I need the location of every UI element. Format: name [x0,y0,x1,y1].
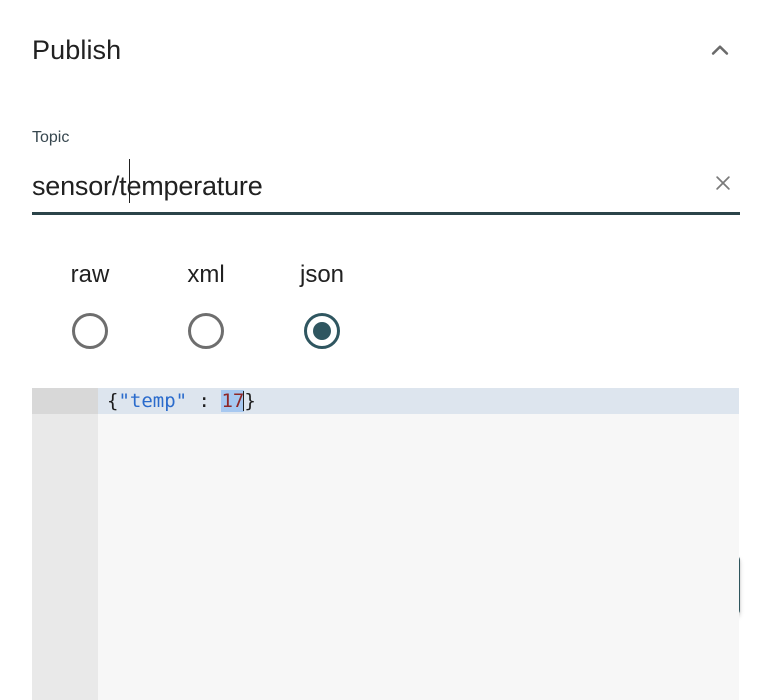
editor-gutter [32,388,98,700]
page-title: Publish [32,34,122,65]
code-token-space-b [210,390,221,412]
code-token-key: "temp" [118,390,188,412]
topic-input-underline [32,212,740,215]
chevron-up-icon [705,35,735,65]
collapse-panel-button[interactable] [698,28,742,72]
code-token-close-brace: } [244,390,256,412]
radio-option-xml[interactable]: xml [148,260,264,349]
payload-code-editor[interactable]: {"temp" : 17} [32,388,739,700]
radio-label-xml: xml [187,261,225,288]
topic-field: Topic [32,128,740,215]
radio-selected-dot [313,322,331,340]
editor-content-area[interactable]: {"temp" : 17} [98,388,739,700]
close-icon [712,172,734,197]
payload-format-row: raw xml json [0,260,774,621]
code-token-space-a [187,390,198,412]
publish-panel-header: Publish [0,0,774,100]
code-token-open-brace: { [107,390,119,412]
code-token-colon: : [198,390,210,412]
radio-label-json: json [299,261,345,288]
code-token-value-selected[interactable]: 17 [221,390,245,412]
topic-label: Topic [32,129,70,146]
radio-option-json[interactable]: json [264,260,380,349]
radio-label-raw: raw [70,261,110,288]
text-caret [129,159,130,203]
payload-format-radio-group: raw xml json [32,260,380,349]
radio-button-xml[interactable] [188,313,224,349]
clear-topic-button[interactable] [706,167,740,201]
editor-gutter-active-line [32,388,98,414]
radio-button-raw[interactable] [72,313,108,349]
topic-input[interactable] [32,169,706,203]
radio-option-raw[interactable]: raw [32,260,148,349]
code-line[interactable]: {"temp" : 17} [98,388,739,414]
topic-input-row [32,159,740,203]
radio-button-json[interactable] [304,313,340,349]
